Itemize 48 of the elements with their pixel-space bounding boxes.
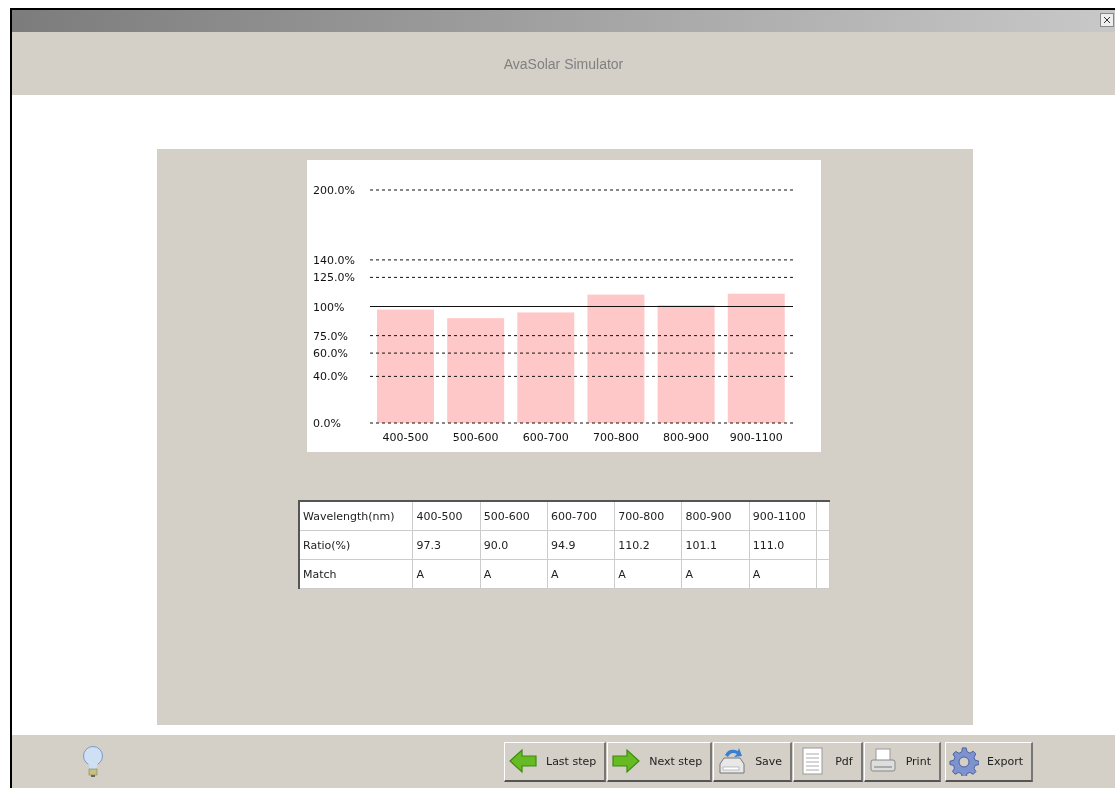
table-cell: 90.0 [480, 530, 548, 560]
axis-tick-label: 0.0% [313, 417, 341, 430]
drive-icon [717, 746, 748, 776]
axis-category-label: 700-800 [592, 431, 639, 444]
left-arrow-icon [508, 746, 538, 776]
axis-tick-label: 75.0% [313, 329, 348, 343]
table-cell: A [614, 559, 682, 589]
column-header: 900-1100 [749, 501, 817, 531]
table-cell: 110.2 [614, 530, 682, 560]
column-header: 800-900 [681, 501, 750, 531]
row-header: Ratio(%) [299, 530, 413, 560]
column-header: 400-500 [412, 501, 481, 531]
axis-tick-label: 140.0% [313, 253, 355, 267]
column-header: 600-700 [547, 501, 615, 531]
column-header: 500-600 [480, 501, 548, 531]
column-header: 700-800 [614, 501, 682, 531]
toolbar-button[interactable]: Last step [504, 741, 607, 782]
axis-tick-label: 200.0% [313, 184, 355, 197]
toolbar-button[interactable]: Save [713, 741, 793, 782]
axis-tick-label: 100% [313, 300, 345, 314]
table-cell: 94.9 [547, 530, 615, 560]
table-cell: A [480, 559, 548, 589]
window-title: AvaSolar Simulator [503, 55, 624, 72]
row-header: Match [299, 559, 413, 589]
table-cell: A [547, 559, 615, 589]
table-cell: 111.0 [749, 530, 817, 560]
toolbar-button[interactable]: Pdf [793, 741, 863, 782]
lightbulb-icon [82, 744, 104, 779]
right-arrow-icon [611, 746, 642, 776]
axis-tick-label: 125.0% [313, 271, 355, 285]
close-button[interactable] [1100, 13, 1114, 27]
axis-category-label: 800-900 [663, 431, 710, 444]
toolbar-button[interactable]: Export [944, 741, 1033, 782]
toolbar-button[interactable]: Print [863, 741, 941, 782]
table-cell: A [749, 559, 817, 589]
close-icon [1103, 16, 1111, 24]
axis-tick-label: 60.0% [313, 347, 348, 361]
axis-tick-label: 40.0% [313, 370, 348, 384]
toolbar-button[interactable]: Next step [607, 741, 713, 782]
axis-category-label: 600-700 [522, 431, 569, 444]
table-cell: 101.1 [681, 530, 750, 560]
gear-icon [948, 746, 979, 776]
table-cell: A [412, 559, 481, 589]
table-cell: A [681, 559, 750, 589]
axis-category-label: 900-1100 [729, 431, 783, 444]
axis-category-label: 500-600 [452, 431, 499, 444]
axis-category-label: 400-500 [382, 431, 429, 444]
table-cell: 97.3 [412, 530, 481, 560]
